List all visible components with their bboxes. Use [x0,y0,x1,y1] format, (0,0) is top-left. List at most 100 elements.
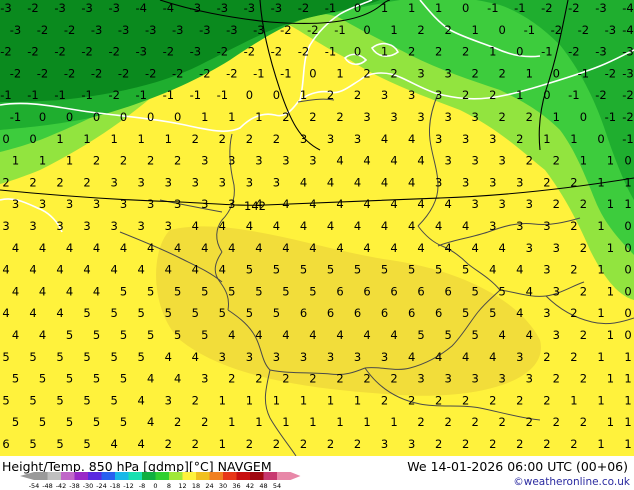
temperature-value: 5 [282,284,289,298]
temperature-value: 4 [111,263,118,277]
temperature-value: 4 [336,154,343,168]
temperature-value: 1 [246,393,253,407]
scale-swatch [115,472,129,480]
temperature-value: 4 [219,263,226,277]
temperature-value: 4 [363,154,370,168]
temperature-value: 2 [417,415,424,429]
temperature-value: 2 [417,23,424,37]
temperature-value: 4 [309,328,316,342]
temperature-value: 4 [39,241,46,255]
temperature-value: -1 [163,88,174,102]
temperature-value: 4 [336,197,343,211]
temperature-value: -2 [568,45,579,59]
temperature-value: 2 [408,45,415,59]
temperature-value: 2 [580,328,587,342]
temperature-value: -2 [163,45,174,59]
scale-tick-label: -54 [29,482,40,490]
temperature-value: -1 [135,88,146,102]
temperature-value: 3 [309,154,316,168]
temperature-value: 5 [472,328,479,342]
temperature-value: 1 [165,132,172,146]
temperature-value: -2 [27,1,38,15]
scale-swatch [74,472,88,480]
temperature-value: 3 [381,88,388,102]
temperature-value: 3 [282,154,289,168]
temperature-value: 3 [381,437,388,451]
temperature-value: 1 [390,415,397,429]
temperature-value: -1 [568,88,579,102]
scale-swatch [196,472,210,480]
temperature-value: 6 [417,284,424,298]
temperature-value: 2 [363,66,370,80]
temperature-value: 2 [462,45,469,59]
temperature-value: 4 [39,284,46,298]
temperature-value: 2 [580,284,587,298]
temperature-value: 4 [66,284,73,298]
temperature-value: 3 [246,350,253,364]
temperature-value: -2 [541,1,552,15]
temperature-value: 4 [309,197,316,211]
temperature-value: -2 [217,45,228,59]
temperature-value: 5 [29,437,36,451]
temperature-value: 5 [66,328,73,342]
scale-swatch [155,472,169,480]
temperature-value: 3 [111,175,118,189]
temperature-value: 0 [39,110,46,124]
temperature-value: 0 [354,45,361,59]
temperature-value: 1 [597,219,604,233]
temperature-value: 2 [543,437,550,451]
credit-link[interactable]: ©weatheronline.co.uk [513,476,630,488]
temperature-value: 6 [363,284,370,298]
temperature-value: 2 [489,88,496,102]
temperature-value: 6 [354,306,361,320]
temperature-value: 4 [282,328,289,342]
temperature-value: 2 [580,241,587,255]
temperature-value: 2 [93,154,100,168]
temperature-value: 0 [580,110,587,124]
temperature-value: 0 [174,110,181,124]
scale-swatch [182,472,196,480]
temperature-value: 1 [300,393,307,407]
temperature-value: -3 [54,1,65,15]
temperature-value: -2 [27,45,38,59]
temperature-value: -2 [10,66,21,80]
temperature-value: 2 [472,415,479,429]
temperature-value: 2 [147,154,154,168]
temperature-value: 4 [381,132,388,146]
temperature-value: 3 [408,88,415,102]
temperature-value: 2 [553,154,560,168]
temperature-value: 2 [516,393,523,407]
scale-tick-label: -18 [110,482,121,490]
temperature-value: -1 [217,88,228,102]
temperature-value: -1 [334,23,345,37]
temperature-value: -2 [37,66,48,80]
temperature-value: 2 [570,175,577,189]
temperature-value: 4 [246,219,253,233]
temperature-value: 2 [255,372,262,386]
temperature-value: 2 [462,437,469,451]
temperature-value: -2 [91,66,102,80]
temperature-value: 1 [219,393,226,407]
temperature-value: 1 [354,393,361,407]
temperature-value: 1 [597,393,604,407]
temperature-value: -4 [622,1,633,15]
temperature-value: 4 [435,350,442,364]
temperature-value: 2 [390,372,397,386]
temperature-value: 1 [607,197,614,211]
temperature-value: 4 [29,263,36,277]
temperature-value: 3 [300,132,307,146]
temperature-value: 5 [201,328,208,342]
temperature-value: 1 [624,393,631,407]
temperature-value: 5 [93,372,100,386]
temperature-value: 4 [462,350,469,364]
temperature-value: 0 [363,23,370,37]
temperature-value: 1 [83,132,90,146]
temperature-value: 6 [381,306,388,320]
temperature-value: 4 [489,350,496,364]
temperature-value: 2 [309,110,316,124]
temperature-value: 5 [462,306,469,320]
temperature-value: -1 [325,1,336,15]
temperature-value: 2 [83,175,90,189]
temperature-value: 3 [553,241,560,255]
temperature-value: -2 [298,45,309,59]
